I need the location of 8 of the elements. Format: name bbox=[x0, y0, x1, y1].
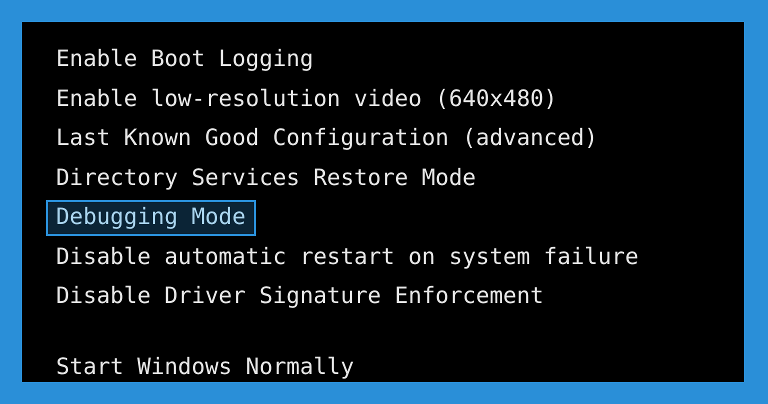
boot-option[interactable]: Disable Driver Signature Enforcement bbox=[46, 279, 554, 314]
boot-option[interactable]: Last Known Good Configuration (advanced) bbox=[46, 121, 608, 156]
boot-option[interactable]: Debugging Mode bbox=[46, 200, 256, 236]
boot-option[interactable]: Disable automatic restart on system failure bbox=[46, 240, 648, 275]
boot-option[interactable]: Enable Boot Logging bbox=[46, 42, 324, 78]
boot-option[interactable]: Directory Services Restore Mode bbox=[46, 160, 486, 196]
boot-option[interactable]: Start Windows Normally bbox=[46, 350, 364, 385]
boot-option[interactable]: Enable low-resolution video (640x480) bbox=[46, 82, 568, 117]
